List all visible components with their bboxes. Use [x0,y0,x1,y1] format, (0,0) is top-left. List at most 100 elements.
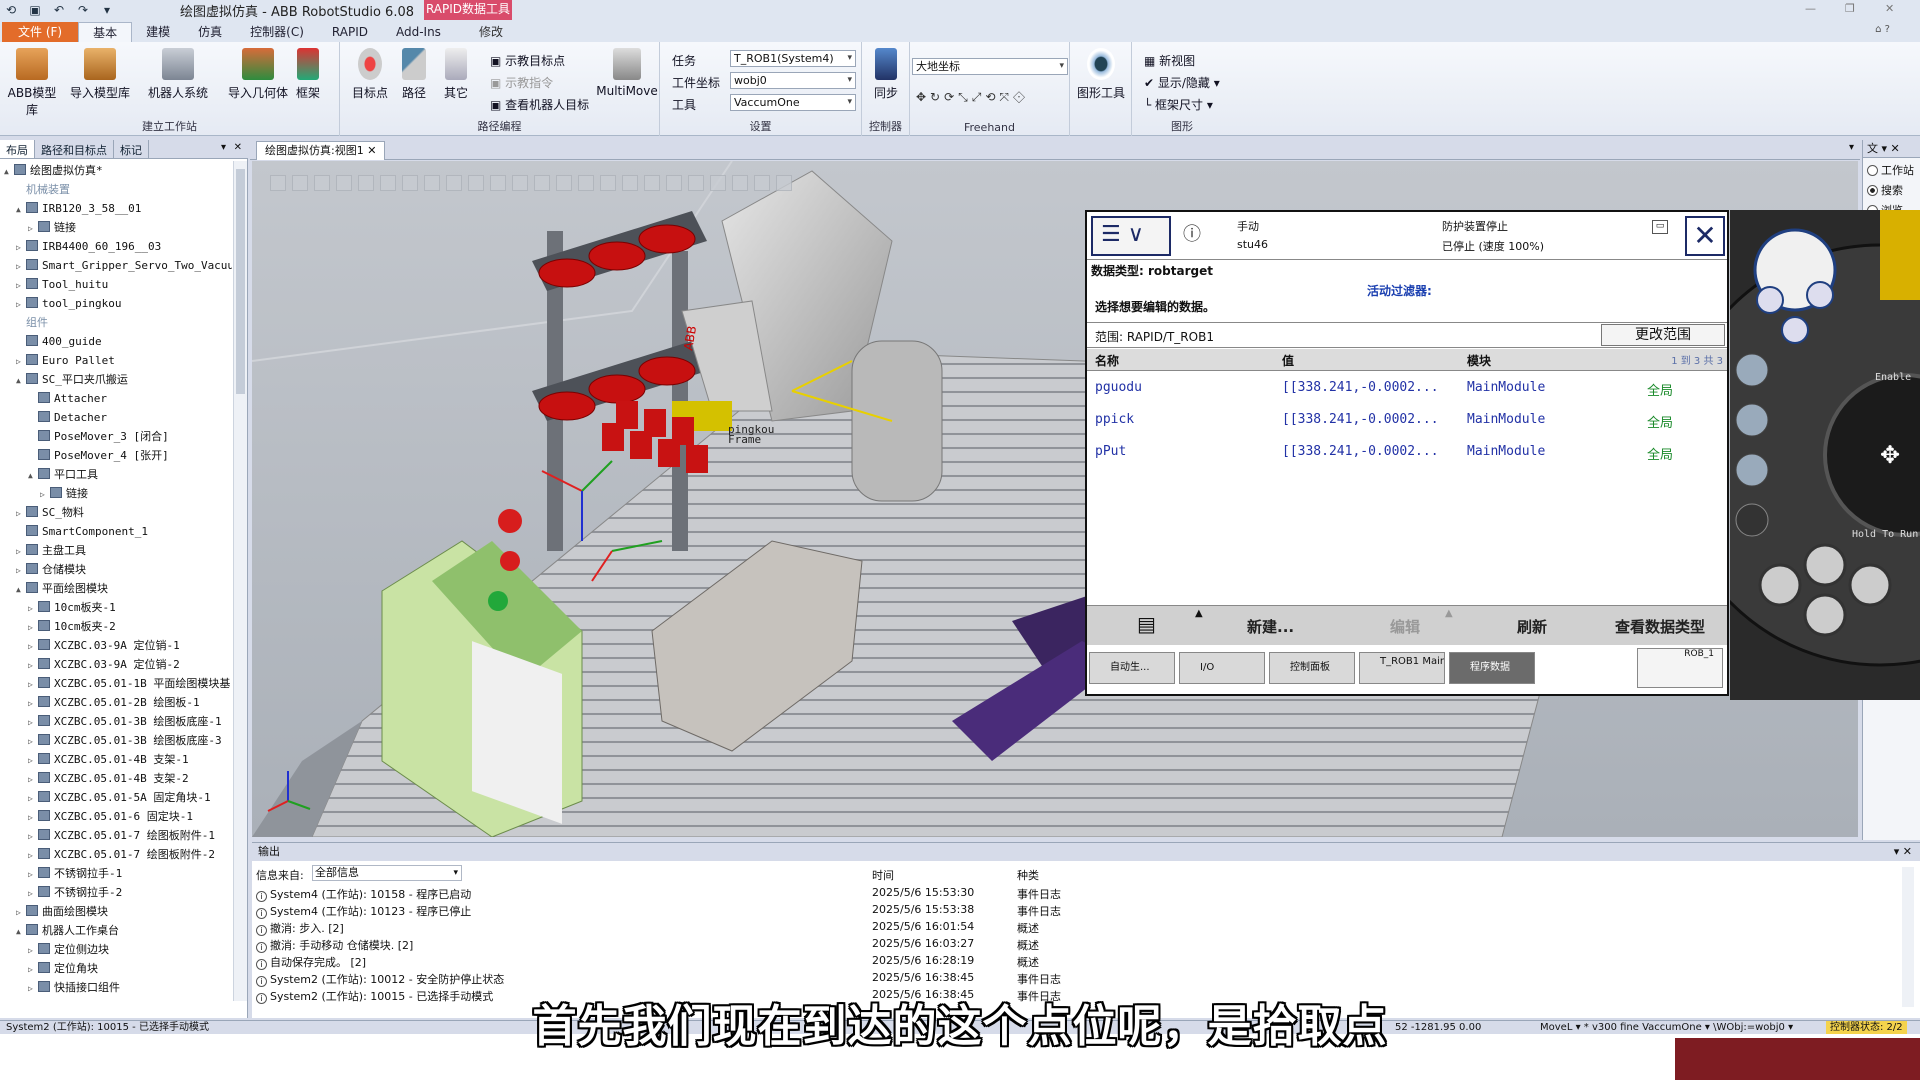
tree-expander-icon[interactable]: ▷ [16,257,26,276]
tree-expander-icon[interactable]: ▷ [28,865,38,884]
view-tool-icon[interactable] [776,175,792,191]
tab-list-icon[interactable]: ▾ [1849,142,1854,153]
tree-expander-icon[interactable]: ▷ [28,751,38,770]
import-library-button[interactable]: 导入模型库 [70,48,130,101]
tree-expander-icon[interactable]: ▷ [28,770,38,789]
output-close-icon[interactable]: ▾ ✕ [1894,843,1912,861]
tab-view1[interactable]: 绘图虚拟仿真:视图1 ✕ [256,141,386,160]
tree-node[interactable]: ▷ 10cm板夹-1 [0,598,232,617]
import-geometry-button[interactable]: 导入几何体 [228,48,288,101]
tree-node[interactable]: ▷ 定位侧边块 [0,940,232,959]
table-row[interactable]: pPut [[338.241,-0.0002... MainModule 全局 [1087,440,1727,466]
view-tool-icon[interactable] [292,175,308,191]
tree-node[interactable]: SmartComponent_1 [0,522,232,541]
table-row[interactable]: pguodu [[338.241,-0.0002... MainModule 全… [1087,376,1727,402]
view-tool-icon[interactable] [512,175,528,191]
tree-node[interactable]: ▷ 仓储模块 [0,560,232,579]
tree-expander-icon[interactable]: ▷ [28,219,38,238]
tree-node[interactable]: ▷ XCZBC.03-9A 定位销-2 [0,655,232,674]
tree-expander-icon[interactable]: ▷ [28,960,38,979]
tab-home[interactable]: 基本 [78,22,133,42]
view-tool-icon[interactable] [490,175,506,191]
log-row[interactable]: i 撤消: 手动移动 仓储模块. [2] 2025/5/6 16:03:27 概述 [256,936,1896,953]
tab-tags[interactable]: 标记 [114,140,149,158]
close-pendant-button[interactable]: ✕ [1685,216,1725,256]
save-icon[interactable]: ▣ [28,3,42,17]
frame-size-button[interactable]: └ 框架尺寸 ▾ [1144,96,1213,113]
tree-node[interactable]: ▷ IRB4400_60_196__03 [0,237,232,256]
tab-controller[interactable]: 控制器(C) [236,22,318,42]
tree-expander-icon[interactable]: ▷ [28,941,38,960]
tree-node[interactable]: ▷ SC_物料 [0,503,232,522]
view-tool-icon[interactable] [402,175,418,191]
tree-node[interactable]: ▷ Euro Pallet [0,351,232,370]
app-icon[interactable]: ⟲ [4,3,18,17]
filter-icon[interactable]: ▤ [1137,612,1156,636]
tree-node[interactable]: ▷ 主盘工具 [0,541,232,560]
tree-node[interactable]: ▷ Smart_Gripper_Servo_Two_Vacuum_F [0,256,232,275]
tree-node[interactable]: ▷ 不锈钢拉手-1 [0,864,232,883]
tree-node[interactable]: 400_guide [0,332,232,351]
tab-layout[interactable]: 布局 [0,140,35,158]
panel-close-icon[interactable]: ✕ [234,142,242,153]
tree-expander-icon[interactable]: ▷ [28,637,38,656]
restore-icon[interactable]: ❐ [1845,2,1855,15]
tree-expander-icon[interactable]: ▷ [28,732,38,751]
tree-node[interactable]: ▷ XCZBC.05.01-3B 绘图板底座-1 [0,712,232,731]
view-tool-icon[interactable] [556,175,572,191]
view-tool-icon[interactable] [688,175,704,191]
coordinate-system-select[interactable]: 大地坐标 [912,58,1068,75]
tree-expander-icon[interactable]: ▷ [16,352,26,371]
log-row[interactable]: i 撤消: 步入. [2] 2025/5/6 16:01:54 概述 [256,919,1896,936]
view-tool-icon[interactable] [468,175,484,191]
tree-node[interactable]: ▷ XCZBC.05.01-3B 绘图板底座-3 [0,731,232,750]
tree-node[interactable]: Attacher [0,389,232,408]
tree-node[interactable]: ▷ XCZBC.05.01-6 固定块-1 [0,807,232,826]
tree-expander-icon[interactable]: ▷ [28,827,38,846]
tree-node[interactable]: ▷ XCZBC.05.01-7 绘图板附件-2 [0,845,232,864]
tool-select[interactable]: VaccumOne [730,94,856,111]
tree-expander-icon[interactable]: ▲ [28,466,38,485]
tree-expander-icon[interactable]: ▷ [16,903,26,922]
view-data-types-button[interactable]: 查看数据类型 [1615,616,1705,637]
task-io[interactable]: I/O [1179,652,1265,684]
close-tab-icon[interactable]: ✕ [367,144,376,157]
source-filter-select[interactable]: 全部信息 ▾ [312,865,462,881]
tree-node[interactable]: ▷ 不锈钢拉手-2 [0,883,232,902]
view-tool-icon[interactable] [424,175,440,191]
minimize-pendant-icon[interactable]: ▭ [1652,220,1668,234]
tree-expander-icon[interactable]: ▷ [16,295,26,314]
tree-expander-icon[interactable]: ▲ [16,580,26,599]
teach-instruction-button[interactable]: ▣ 示教指令 [490,74,553,91]
tree-expander-icon[interactable]: ▷ [28,656,38,675]
tree-expander-icon[interactable]: ▷ [28,846,38,865]
tree-node[interactable]: 机械装置 [0,180,232,199]
close-window-icon[interactable]: ✕ [1885,2,1894,15]
target-button[interactable]: 目标点 [346,48,394,101]
tree-expander-icon[interactable]: ▲ [16,371,26,390]
quickset-button[interactable]: ROB_1 [1637,648,1723,688]
panel-menu-icon[interactable]: ▾ [221,142,226,153]
view-tool-icon[interactable] [336,175,352,191]
tree-node[interactable]: ▷ 10cm板夹-2 [0,617,232,636]
log-row[interactable]: i System4 (工作站): 10158 - 程序已启动 2025/5/6 15… [256,885,1896,902]
tree-node[interactable]: ▲ IRB120_3_58__01 [0,199,232,218]
other-button[interactable]: 其它 [434,48,478,101]
undo-icon[interactable]: ↶ [52,3,66,17]
tree-node[interactable]: ▷ XCZBC.05.01-1B 平面绘图模块基 [0,674,232,693]
tab-paths-targets[interactable]: 路径和目标点 [35,140,114,158]
task-control-panel[interactable]: 控制面板 [1269,652,1355,684]
view-tool-icon[interactable] [666,175,682,191]
refresh-button[interactable]: 刷新 [1517,616,1547,637]
view-robot-target-button[interactable]: ▣ 查看机器人目标 [490,96,589,113]
redo-icon[interactable]: ↷ [76,3,90,17]
view-tool-icon[interactable] [600,175,616,191]
tree-expander-icon[interactable]: ▷ [40,485,50,504]
wobj-select[interactable]: wobj0 [730,72,856,89]
tree-node[interactable]: ▷ 链接 [0,484,232,503]
tree-node[interactable]: PoseMover_4 [张开] [0,446,232,465]
tree-scroll-thumb[interactable] [236,169,245,394]
tree-node[interactable]: ▷ 曲面绘图模块 [0,902,232,921]
freehand-tools[interactable]: ✥↻⟳⤡⤢⟲⤧⟐ [916,90,1029,105]
tree-expander-icon[interactable]: ▷ [16,504,26,523]
